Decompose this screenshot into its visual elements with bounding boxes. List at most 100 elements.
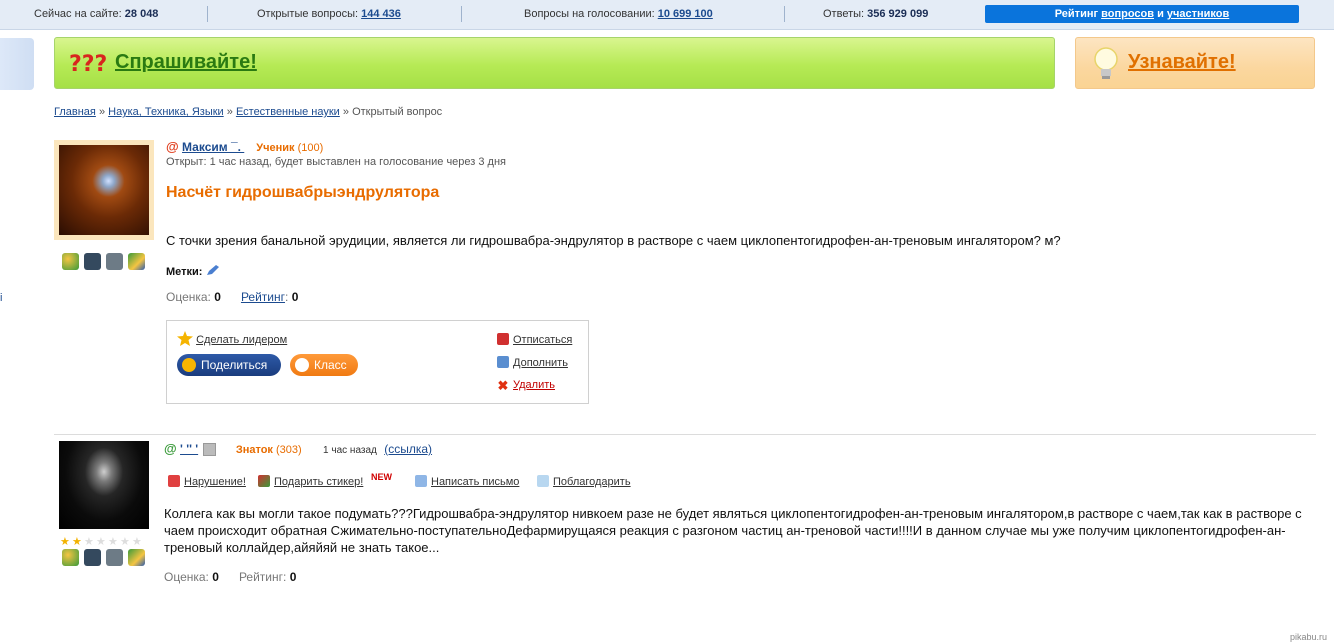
ask-banner[interactable]: ??? Спрашивайте! xyxy=(54,37,1055,89)
rating-questions-link[interactable]: вопросов xyxy=(1101,8,1154,20)
stat-online-value: 28 048 xyxy=(124,8,159,20)
ask-link[interactable]: Спрашивайте! xyxy=(115,51,257,74)
question-opened: Открыт: 1 час назад, будет выставлен на … xyxy=(166,156,507,168)
rating-and: и xyxy=(1157,8,1164,20)
unsubscribe-icon xyxy=(497,333,509,345)
violation[interactable]: Нарушение! xyxy=(168,475,246,488)
make-leader-link[interactable]: Сделать лидером xyxy=(196,334,287,346)
mail-icon xyxy=(415,475,427,487)
question-title: Насчёт гидрошвабрыэндрулятора xyxy=(166,184,440,201)
stat-answers-label: Ответы: xyxy=(823,8,865,20)
add[interactable]: Дополнить xyxy=(497,356,568,369)
gift-sticker[interactable]: Подарить стикер! xyxy=(258,475,363,488)
avatar[interactable] xyxy=(54,140,154,240)
left-tab[interactable] xyxy=(0,38,34,90)
pencil-icon[interactable] xyxy=(128,549,145,566)
user-icons xyxy=(62,549,145,566)
rank-points: (100) xyxy=(297,142,324,154)
user-icon[interactable] xyxy=(62,549,79,566)
tags: Метки: xyxy=(166,264,220,278)
stat-open-link[interactable]: 144 436 xyxy=(361,8,401,20)
stat-answers: Ответы: 356 929 099 xyxy=(823,8,928,20)
score-label: Оценка: xyxy=(164,570,209,584)
gift-icon xyxy=(258,475,270,487)
write-letter-link[interactable]: Написать письмо xyxy=(431,476,519,488)
share-icon xyxy=(182,358,196,372)
write-letter[interactable]: Написать письмо xyxy=(415,475,519,488)
breadcrumb-separator: » xyxy=(98,106,106,118)
stat-voting-link[interactable]: 10 699 100 xyxy=(658,8,713,20)
question-actions: Сделать лидером Поделиться Класс Отписат… xyxy=(166,320,589,404)
score-value: 0 xyxy=(214,290,221,304)
rating-link[interactable]: Рейтинг xyxy=(241,290,285,304)
rating-participants-link[interactable]: участников xyxy=(1167,8,1229,20)
rank-name: Ученик xyxy=(256,142,295,154)
camera-icon[interactable] xyxy=(84,549,101,566)
thank[interactable]: Поблагодарить xyxy=(537,475,631,488)
breadcrumb-current: Открытый вопрос xyxy=(352,106,443,118)
divider xyxy=(54,434,1316,435)
rank-name: Знаток xyxy=(235,444,273,456)
answer-author[interactable]: ' '' ' xyxy=(180,442,198,456)
answer-text: Коллега как вы могли такое подумать???Ги… xyxy=(164,506,1302,555)
breadcrumb: Главная » Наука, Техника, Языки » Естест… xyxy=(54,106,442,118)
stats-bar: Сейчас на сайте: 28 048 Открытые вопросы… xyxy=(0,0,1334,30)
thank-link[interactable]: Поблагодарить xyxy=(553,476,631,488)
question-author-line: @ Максим ¯. Ученик (100) xyxy=(166,139,323,154)
delete-icon: ✖ xyxy=(497,378,509,393)
avatar-image xyxy=(59,145,149,235)
star-icon: ★ xyxy=(120,536,130,548)
stat-answers-value: 356 929 099 xyxy=(867,8,929,20)
video-icon[interactable] xyxy=(106,253,123,270)
video-icon[interactable] xyxy=(106,549,123,566)
breadcrumb-home[interactable]: Главная xyxy=(54,106,96,118)
sticker-link[interactable]: Подарить стикер! xyxy=(274,476,363,488)
stat-open-label: Открытые вопросы: xyxy=(257,8,359,20)
learn-banner[interactable]: Узнавайте! xyxy=(1075,37,1315,89)
delete-link[interactable]: Удалить xyxy=(513,379,555,391)
score-value: 0 xyxy=(212,570,219,584)
question-score: Оценка: 0 Рейтинг: 0 xyxy=(166,290,299,304)
rank-points: (303) xyxy=(276,444,302,456)
add-icon xyxy=(497,356,509,368)
avatar[interactable] xyxy=(54,436,154,534)
klass-label: Класс xyxy=(314,358,347,372)
breadcrumb-category[interactable]: Наука, Техника, Языки xyxy=(108,106,224,118)
star-icon: ★ xyxy=(72,536,82,548)
odnoklassniki-icon xyxy=(295,358,309,372)
star-icon: ★ xyxy=(60,536,70,548)
violation-link[interactable]: Нарушение! xyxy=(184,476,246,488)
klass-button[interactable]: Класс xyxy=(290,354,358,376)
star-icon: ★ xyxy=(132,536,142,548)
answer-author-line: @ ' '' ' Знаток (303) 1 час назад (ссылк… xyxy=(164,441,432,457)
score-label: Оценка: xyxy=(166,290,211,304)
mail-at-icon: @ xyxy=(164,441,177,456)
make-leader[interactable]: Сделать лидером xyxy=(177,331,287,346)
question-author[interactable]: Максим ¯. xyxy=(182,140,244,154)
breadcrumb-subcategory[interactable]: Естественные науки xyxy=(236,106,340,118)
add-link[interactable]: Дополнить xyxy=(513,357,568,369)
unsubscribe-link[interactable]: Отписаться xyxy=(513,334,572,346)
stat-voting: Вопросы на голосовании: 10 699 100 xyxy=(524,8,713,20)
answer-permalink[interactable]: (ссылка) xyxy=(384,442,432,456)
learn-link[interactable]: Узнавайте! xyxy=(1128,51,1236,74)
rating-value: 0 xyxy=(289,570,297,584)
camera-icon[interactable] xyxy=(84,253,101,270)
mail-at-icon: @ xyxy=(166,139,179,154)
left-edge-link[interactable]: і xyxy=(0,292,2,304)
rating-prefix: Рейтинг xyxy=(1054,8,1099,20)
delete[interactable]: ✖ Удалить xyxy=(497,379,555,392)
watermark: pikabu.ru xyxy=(1290,632,1328,642)
star-icon: ★ xyxy=(84,536,94,548)
pencil-icon[interactable] xyxy=(128,253,145,270)
stat-online: Сейчас на сайте: 28 048 xyxy=(34,8,158,20)
chevron-down-icon[interactable] xyxy=(203,443,217,457)
svg-text:???: ??? xyxy=(69,52,107,77)
breadcrumb-separator: » xyxy=(226,106,233,118)
unsubscribe[interactable]: Отписаться xyxy=(497,333,572,346)
share-button[interactable]: Поделиться xyxy=(177,354,281,376)
answer-time: 1 час назад xyxy=(323,445,377,456)
pencil-icon[interactable] xyxy=(206,264,220,276)
share-label: Поделиться xyxy=(201,358,268,372)
user-icon[interactable] xyxy=(62,253,79,270)
